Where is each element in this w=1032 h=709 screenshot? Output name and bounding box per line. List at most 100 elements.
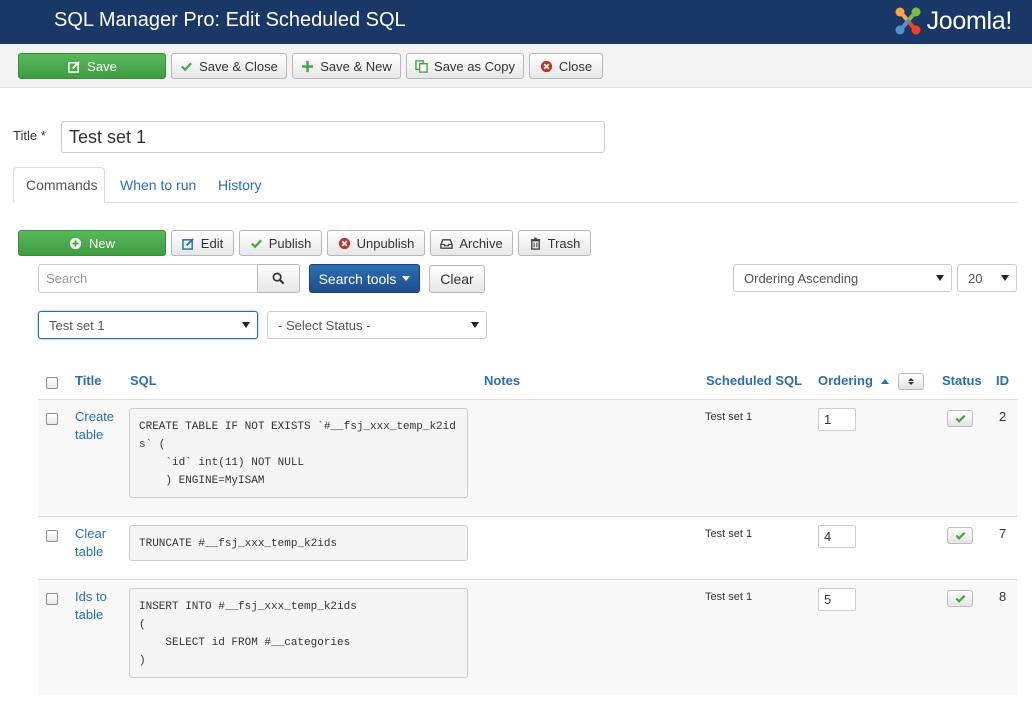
status-toggle-button[interactable] xyxy=(947,410,973,427)
status-filter-select[interactable]: - Select Status - xyxy=(267,311,487,339)
save-copy-label: Save as Copy xyxy=(434,58,515,74)
column-header-notes[interactable]: Notes xyxy=(484,373,520,388)
sort-asc-icon xyxy=(880,379,889,385)
clear-label: Clear xyxy=(440,271,474,287)
unpublish-label: Unpublish xyxy=(356,235,415,251)
save-close-button[interactable]: Save & Close xyxy=(171,53,287,79)
logo-text: Joomla! xyxy=(926,6,1013,35)
sort-icon xyxy=(908,378,914,385)
tab-when-to-run[interactable]: When to run xyxy=(108,167,208,203)
check-icon xyxy=(953,592,967,606)
cancel-icon xyxy=(540,59,553,73)
ordering-select-value: Ordering Ascending xyxy=(744,270,859,286)
archive-button[interactable]: Archive xyxy=(430,230,513,256)
save-close-label: Save & Close xyxy=(199,58,278,74)
save-new-label: Save & New xyxy=(320,58,392,74)
trash-icon xyxy=(529,236,542,250)
set-filter-select[interactable]: Test set 1 xyxy=(38,311,258,339)
status-toggle-button[interactable] xyxy=(947,527,973,544)
new-label: New xyxy=(88,235,115,251)
limit-select[interactable]: 20 xyxy=(957,264,1017,292)
publish-label: Publish xyxy=(268,235,312,251)
sql-code: INSERT INTO #__fsj_xxx_temp_k2ids ( SELE… xyxy=(129,588,468,678)
caret-down-icon xyxy=(402,276,411,281)
check-icon xyxy=(180,59,193,73)
row-checkbox[interactable] xyxy=(46,413,58,425)
limit-select-value: 20 xyxy=(968,270,983,286)
search-icon xyxy=(272,272,286,286)
row-title-link[interactable]: Ids to table xyxy=(75,588,125,624)
ordering-input[interactable] xyxy=(818,408,856,431)
column-header-status[interactable]: Status xyxy=(942,373,982,388)
column-header-ordering[interactable]: Ordering xyxy=(818,373,889,388)
save-order-button[interactable] xyxy=(898,373,924,390)
ordering-input[interactable] xyxy=(818,525,856,548)
row-divider xyxy=(38,516,1017,517)
archive-label: Archive xyxy=(459,235,503,251)
column-header-scheduled[interactable]: Scheduled SQL xyxy=(706,373,802,388)
ordering-select[interactable]: Ordering Ascending xyxy=(733,264,952,292)
joomla-logo-icon xyxy=(895,7,921,35)
cancel-icon xyxy=(338,236,351,250)
check-icon xyxy=(250,236,263,250)
save-new-button[interactable]: Save & New xyxy=(292,53,401,79)
clear-button[interactable]: Clear xyxy=(429,265,485,293)
close-label: Close xyxy=(558,58,593,74)
new-button[interactable]: New xyxy=(18,230,166,256)
chevron-down-icon xyxy=(1001,275,1009,281)
column-header-title[interactable]: Title xyxy=(75,373,102,388)
app-header: SQL Manager Pro: Edit Scheduled SQL Joom… xyxy=(0,0,1032,44)
status-toggle-button[interactable] xyxy=(947,590,973,607)
toolbar: Save Save & Close Save & New Save as Cop… xyxy=(0,44,1032,88)
save-button[interactable]: Save xyxy=(18,53,166,79)
check-icon xyxy=(953,412,967,426)
plus-icon xyxy=(301,59,314,73)
search-tools-button[interactable]: Search tools xyxy=(309,264,420,293)
row-scheduled-sql: Test set 1 xyxy=(705,528,753,540)
column-header-sql[interactable]: SQL xyxy=(130,373,157,388)
publish-button[interactable]: Publish xyxy=(239,230,322,256)
search-input[interactable] xyxy=(38,264,258,293)
row-checkbox[interactable] xyxy=(46,593,58,605)
search-button[interactable] xyxy=(257,264,300,293)
search-tools-label: Search tools xyxy=(318,270,397,287)
row-id: 8 xyxy=(999,589,1007,604)
row-id: 2 xyxy=(999,409,1007,424)
page-title: SQL Manager Pro: Edit Scheduled SQL xyxy=(54,9,406,31)
edit-icon xyxy=(67,59,81,73)
tab-commands[interactable]: Commands xyxy=(13,167,105,203)
edit-icon xyxy=(181,236,195,250)
row-id: 7 xyxy=(999,526,1007,541)
row-title-link[interactable]: Clear table xyxy=(75,525,125,561)
sql-code: TRUNCATE #__fsj_xxx_temp_k2ids xyxy=(129,525,468,561)
close-button[interactable]: Close xyxy=(529,53,603,79)
chevron-down-icon xyxy=(471,322,479,328)
save-copy-button[interactable]: Save as Copy xyxy=(406,53,524,79)
title-label: Title * xyxy=(13,128,46,143)
status-filter-value: - Select Status - xyxy=(278,317,371,333)
select-all-checkbox[interactable] xyxy=(46,377,58,389)
ordering-header-label: Ordering xyxy=(818,373,873,388)
sql-code: CREATE TABLE IF NOT EXISTS `#__fsj_xxx_t… xyxy=(129,408,468,498)
trash-button[interactable]: Trash xyxy=(518,230,591,256)
copy-icon xyxy=(415,59,428,73)
unpublish-button[interactable]: Unpublish xyxy=(327,230,425,256)
chevron-down-icon xyxy=(242,322,250,328)
chevron-down-icon xyxy=(936,275,944,281)
archive-icon xyxy=(440,236,454,250)
plus-circle-icon xyxy=(69,236,83,250)
edit-label: Edit xyxy=(200,235,224,251)
column-header-id[interactable]: ID xyxy=(996,373,1009,388)
row-checkbox[interactable] xyxy=(46,530,58,542)
trash-label: Trash xyxy=(547,235,581,251)
joomla-logo[interactable]: Joomla! xyxy=(891,3,1012,39)
row-scheduled-sql: Test set 1 xyxy=(705,411,753,423)
title-input[interactable] xyxy=(61,121,605,153)
row-title-link[interactable]: Create table xyxy=(75,408,125,444)
set-filter-value: Test set 1 xyxy=(49,317,105,333)
edit-button[interactable]: Edit xyxy=(171,230,234,256)
ordering-input[interactable] xyxy=(818,588,856,611)
tab-history[interactable]: History xyxy=(206,167,274,203)
row-scheduled-sql: Test set 1 xyxy=(705,591,753,603)
save-label: Save xyxy=(87,58,117,74)
